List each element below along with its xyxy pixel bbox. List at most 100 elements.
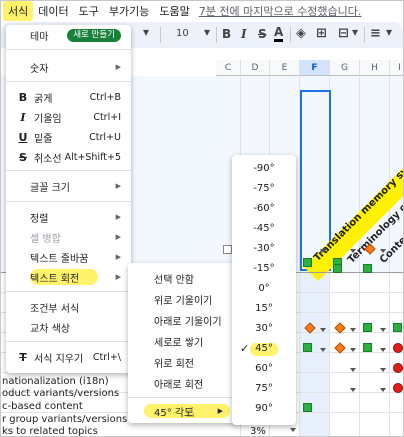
menu-item-label: -45°	[253, 223, 275, 234]
cell-dropdown-arrow[interactable]	[350, 368, 356, 372]
angle-option[interactable]: -45°	[232, 219, 296, 239]
status-green-square	[393, 323, 402, 332]
cell-dropdown-arrow[interactable]	[380, 368, 386, 372]
column-header-d[interactable]: D	[241, 60, 270, 76]
menu-divider	[6, 49, 131, 50]
status-green-square	[333, 264, 342, 273]
menu-item-wrap[interactable]: 텍스트 줄바꿈 ▶	[6, 247, 131, 267]
submenu-arrow-icon: ▶	[115, 182, 121, 190]
angle-option[interactable]: 60°	[232, 359, 296, 379]
column-header-g[interactable]: G	[330, 60, 360, 76]
menu-item-label: 아래로 회전	[154, 379, 204, 391]
menu-item-label: 글꼴 크기	[30, 182, 70, 194]
menu-item-label: 조건부 서식	[30, 303, 80, 315]
rotate-option-tilt-down[interactable]: 아래로 기울이기	[128, 310, 239, 330]
last-edit-status[interactable]: 7분 전에 마지막으로 수정했습니다.	[199, 3, 362, 19]
menu-item-label: 위로 기울이기	[154, 295, 213, 307]
angle-option[interactable]: -30°	[232, 239, 296, 259]
chevron-down-icon[interactable]: ▾	[204, 25, 210, 39]
cell-dropdown-arrow[interactable]	[350, 328, 356, 332]
menu-item-label: 굵게	[34, 93, 53, 105]
column-header-f[interactable]: F	[300, 60, 330, 76]
merge-cells-icon[interactable]: ⊟	[338, 26, 349, 41]
angle-option-selected[interactable]: ✓ 45°	[232, 339, 296, 359]
bold-icon: B	[18, 90, 28, 104]
cell-dropdown-arrow[interactable]	[320, 249, 326, 253]
cell-dropdown-arrow[interactable]	[380, 249, 386, 253]
column-header-h[interactable]: H	[360, 60, 390, 76]
menu-addons[interactable]: 부가기능	[104, 1, 154, 21]
angle-option[interactable]: -90°	[232, 159, 296, 179]
cell-dropdown-arrow[interactable]	[320, 328, 326, 332]
italic-button[interactable]: I	[241, 27, 247, 41]
angle-option[interactable]: 75°	[232, 379, 296, 399]
status-red-circle	[393, 363, 403, 373]
row-label: ks to related topics	[2, 426, 98, 437]
cell-dropdown-arrow[interactable]	[290, 428, 296, 432]
menu-item-clear-format[interactable]: T 서식 지우기 Ctrl+\	[6, 347, 131, 367]
rotate-option-custom-angle[interactable]: 45° 각도 ▶	[128, 401, 239, 421]
cell-dropdown-arrow[interactable]	[320, 348, 326, 352]
menu-item-label: 15°	[255, 303, 273, 314]
angle-option[interactable]: -15°	[232, 259, 296, 279]
menu-item-label: 취소선	[34, 153, 62, 165]
menu-item-merge[interactable]: 셀 병합 ▶	[6, 227, 131, 247]
cell-dropdown-arrow[interactable]	[380, 328, 386, 332]
chevron-down-icon[interactable]: ▾	[352, 25, 358, 39]
text-color-button[interactable]: A	[274, 25, 284, 42]
angle-option[interactable]: 15°	[232, 299, 296, 319]
menu-item-label: 아래로 기울이기	[154, 316, 222, 328]
column-header-i[interactable]: I	[390, 60, 404, 76]
checkbox[interactable]	[223, 245, 232, 254]
menu-tools[interactable]: 도구	[74, 1, 104, 21]
rotate-option-stack-vertical[interactable]: 세로로 쌓기	[128, 331, 239, 351]
menu-item-alternating-colors[interactable]: 교차 색상	[6, 317, 131, 337]
menu-item-bold[interactable]: B 굵게 Ctrl+B	[6, 87, 131, 107]
chevron-down-icon[interactable]: ▾	[386, 25, 392, 39]
menu-item-label: 90°	[255, 403, 273, 414]
italic-icon: I	[20, 110, 26, 124]
font-size-field[interactable]: 10	[176, 28, 189, 39]
cell-dropdown-arrow[interactable]	[380, 348, 386, 352]
strikethrough-icon: S	[19, 150, 27, 164]
column-header-c[interactable]: C	[216, 60, 241, 76]
cell-dropdown-arrow[interactable]	[350, 348, 356, 352]
bold-button[interactable]: B	[222, 27, 231, 41]
menu-item-underline[interactable]: U 밑줄 Ctrl+U	[6, 127, 131, 147]
menu-item-font-size[interactable]: 글꼴 크기 ▶	[6, 176, 131, 196]
angle-option[interactable]: -75°	[232, 179, 296, 199]
toolbar-divider	[364, 27, 365, 43]
column-header-e[interactable]: E	[270, 60, 300, 76]
cell-dropdown-arrow[interactable]	[350, 388, 356, 392]
rotate-option-none[interactable]: 선택 안함	[128, 268, 239, 288]
menu-data[interactable]: 데이터	[33, 1, 73, 21]
rotate-option-rotate-down[interactable]: 아래로 회전	[128, 373, 239, 393]
clear-format-icon: T	[19, 350, 27, 364]
rotate-option-rotate-up[interactable]: 위로 회전	[128, 352, 239, 372]
menu-item-label: 서식 지우기	[34, 353, 84, 365]
submenu-arrow-icon: ▶	[115, 273, 121, 281]
menu-item-rotate[interactable]: 텍스트 회전 ▶	[6, 267, 131, 287]
fill-color-icon[interactable]: ◈	[296, 26, 306, 41]
borders-icon[interactable]: ⊞	[316, 26, 327, 41]
angle-option[interactable]: 0°	[232, 279, 296, 299]
menu-item-theme[interactable]: 테마 새로 만들기	[6, 25, 131, 45]
menu-item-strikethrough[interactable]: S 취소선 Alt+Shift+5	[6, 147, 131, 167]
menu-item-italic[interactable]: I 기울임 Ctrl+I	[6, 107, 131, 127]
row-label: r group variants/versions	[2, 414, 128, 425]
menu-item-align[interactable]: 정렬 ▶	[6, 207, 131, 227]
angle-option[interactable]: 90°	[232, 399, 296, 419]
cell-dropdown-arrow[interactable]	[350, 249, 356, 253]
menu-format[interactable]: 서식	[3, 1, 34, 21]
strikethrough-button[interactable]: S	[258, 27, 267, 41]
align-left-icon[interactable]: ≡	[370, 26, 381, 41]
cell-dropdown-arrow[interactable]	[380, 388, 386, 392]
rotate-option-tilt-up[interactable]: 위로 기울이기	[128, 289, 239, 309]
status-green-square	[363, 264, 372, 273]
menu-item-conditional-format[interactable]: 조건부 서식	[6, 297, 131, 317]
chevron-down-icon[interactable]: ▾	[143, 25, 149, 39]
menu-item-number[interactable]: 숫자 ▶	[6, 57, 131, 77]
angle-option[interactable]: -60°	[232, 199, 296, 219]
angle-option[interactable]: 30°	[232, 319, 296, 339]
menu-help[interactable]: 도움말	[154, 1, 194, 21]
